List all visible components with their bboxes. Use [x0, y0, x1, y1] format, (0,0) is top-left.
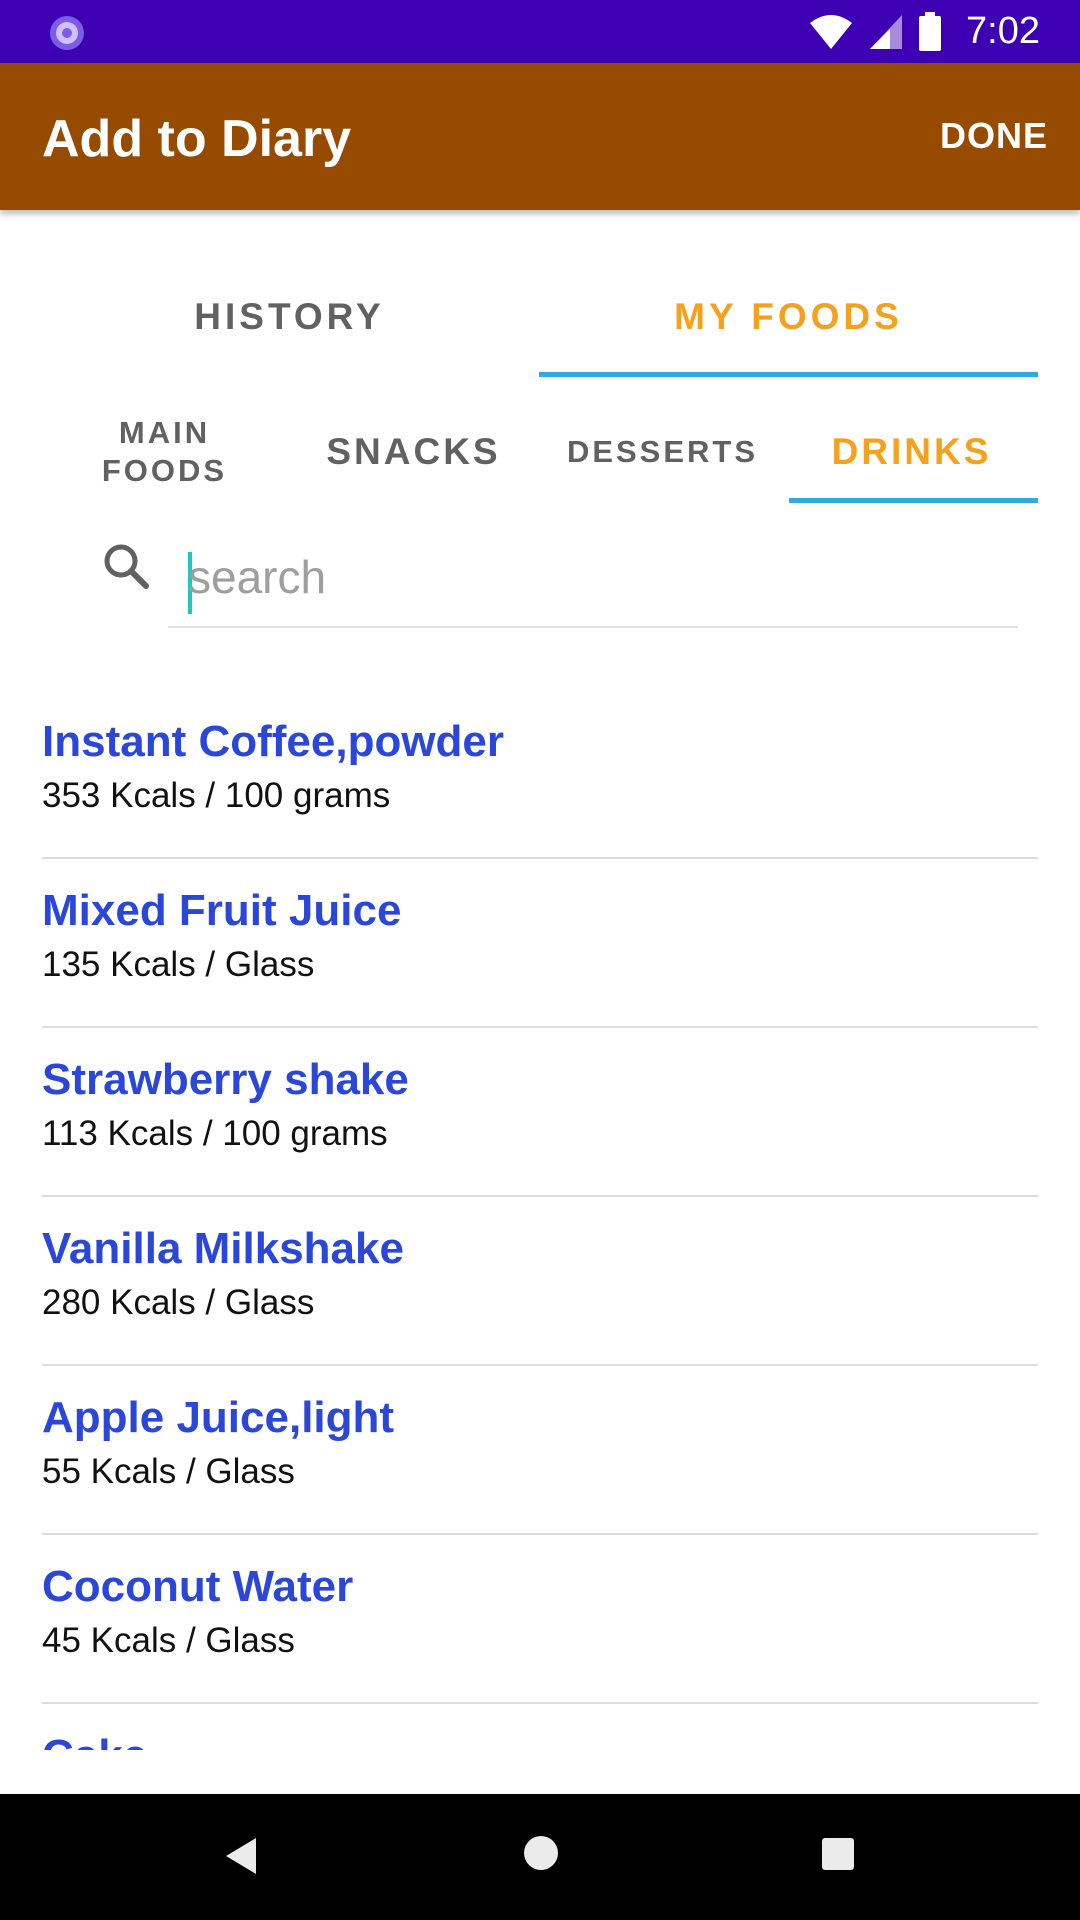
recents-icon[interactable]	[820, 1836, 856, 1872]
battery-icon	[919, 11, 942, 51]
search-field[interactable]	[168, 530, 1018, 628]
food-name: Apple Juice,light	[42, 1393, 395, 1442]
signal-icon	[870, 14, 903, 49]
search-input[interactable]	[188, 542, 988, 612]
tab-main-foods[interactable]: MAIN FOODS	[40, 400, 289, 504]
food-calories: 113 Kcals / 100 grams	[42, 1114, 388, 1153]
food-calories: 353 Kcals / 100 grams	[42, 776, 391, 815]
food-list: Instant Coffee,powder 353 Kcals / 100 gr…	[42, 690, 1038, 1750]
food-name: Cake	[42, 1730, 1038, 1750]
home-icon[interactable]	[522, 1834, 560, 1872]
food-name: Strawberry shake	[42, 1055, 409, 1104]
list-item[interactable]: Strawberry shake 113 Kcals / 100 grams	[42, 1028, 1038, 1197]
page-title: Add to Diary	[42, 110, 352, 168]
app-bar: Add to Diary DONE	[0, 63, 1080, 210]
list-item[interactable]: Instant Coffee,powder 353 Kcals / 100 gr…	[42, 690, 1038, 859]
list-item[interactable]: Coconut Water 45 Kcals / Glass	[42, 1535, 1038, 1704]
list-item[interactable]: Mixed Fruit Juice 135 Kcals / Glass	[42, 859, 1038, 1028]
sub-tabs: MAIN FOODS SNACKS DESSERTS DRINKS	[40, 400, 1038, 504]
tab-indicator	[539, 372, 1038, 377]
list-item[interactable]: Vanilla Milkshake 280 Kcals / Glass	[42, 1197, 1038, 1366]
back-icon[interactable]	[222, 1834, 262, 1878]
food-name: Vanilla Milkshake	[42, 1224, 404, 1273]
tab-desserts[interactable]: DESSERTS	[538, 400, 787, 504]
tab-history[interactable]: HISTORY	[40, 270, 539, 380]
status-icons: 7:02	[808, 0, 1040, 63]
tab-snacks[interactable]: SNACKS	[289, 400, 538, 504]
food-calories: 135 Kcals / Glass	[42, 945, 315, 984]
wifi-icon	[810, 14, 853, 49]
sub-tab-indicator	[789, 498, 1038, 503]
notification-icon	[50, 16, 84, 50]
top-tabs: HISTORY MY FOODS	[40, 270, 1038, 380]
food-name: Coconut Water	[42, 1562, 354, 1611]
list-item[interactable]: Apple Juice,light 55 Kcals / Glass	[42, 1366, 1038, 1535]
food-calories: 55 Kcals / Glass	[42, 1452, 295, 1491]
food-calories: 45 Kcals / Glass	[42, 1621, 295, 1660]
food-name: Instant Coffee,powder	[42, 717, 505, 766]
food-name: Mixed Fruit Juice	[42, 886, 402, 935]
done-button[interactable]: DONE	[940, 115, 1048, 157]
tab-drinks[interactable]: DRINKS	[787, 400, 1036, 504]
status-time: 7:02	[966, 10, 1040, 52]
list-item[interactable]: Cake	[42, 1704, 1038, 1750]
food-calories: 280 Kcals / Glass	[42, 1283, 315, 1322]
navigation-bar	[0, 1794, 1080, 1920]
tab-my-foods[interactable]: MY FOODS	[539, 270, 1038, 380]
search-icon	[104, 544, 149, 589]
status-bar: 7:02	[0, 0, 1080, 63]
tab-main-foods-label: MAIN FOODS	[101, 415, 228, 488]
